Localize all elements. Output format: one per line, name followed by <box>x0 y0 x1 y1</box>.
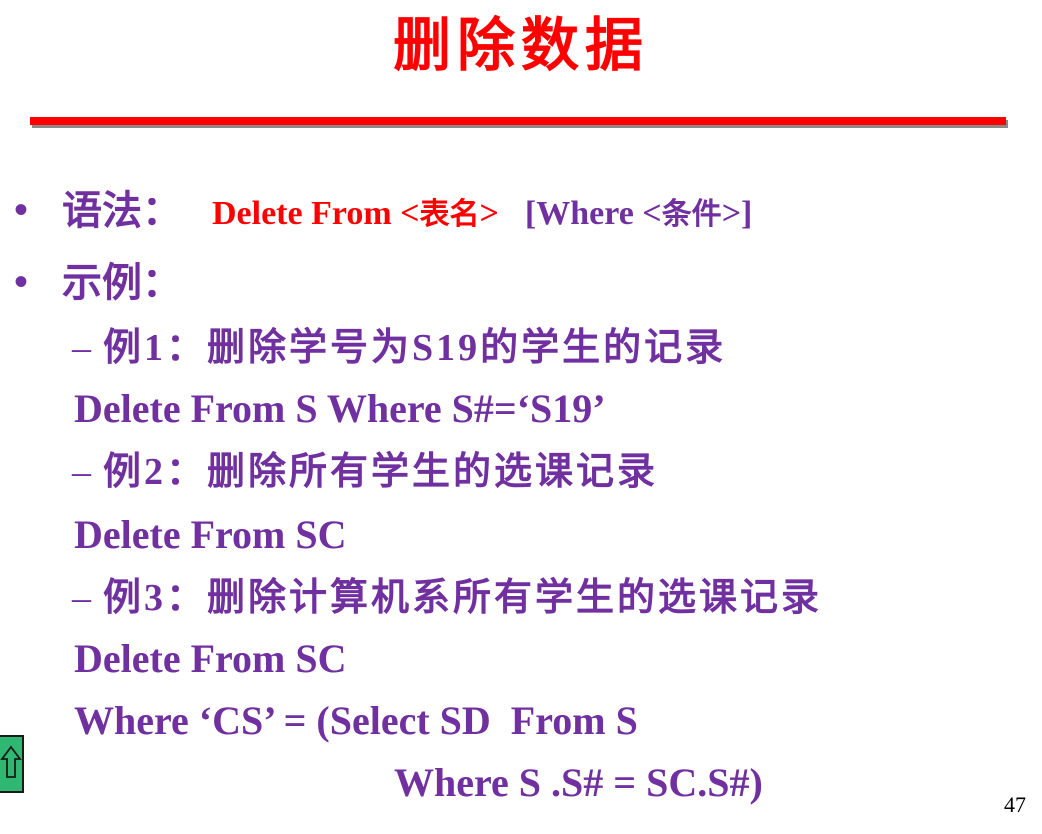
example-3-code-line-2: Where ‘CS’ = (Select SD From S <box>74 698 638 743</box>
example-2-title: – 例2：删除所有学生的选课记录 <box>72 451 659 493</box>
bullet-dot: • <box>14 259 29 304</box>
syntax-where-open: [Where < <box>524 195 662 232</box>
title-divider <box>30 117 1006 125</box>
example-3-code-line-3: Where S .S# = SC.S#) <box>394 760 763 805</box>
slide-title: 删除数据 <box>392 13 649 78</box>
bullet-dot: • <box>14 187 29 232</box>
dash: – <box>72 577 91 619</box>
syntax-delete-from: Delete From < <box>212 195 420 232</box>
syntax-label: 语法： <box>62 188 182 233</box>
syntax-line: 语法： Delete From <表名> [Where <条件>] <box>62 186 752 240</box>
syntax-table-name: 表名 <box>419 198 480 231</box>
examples-label: 示例： <box>62 260 182 305</box>
example-2-code: Delete From SC <box>74 512 347 557</box>
dash: – <box>72 451 91 493</box>
syntax-close: > <box>479 195 499 232</box>
syntax-where-close: >] <box>721 195 753 232</box>
example-3-title: – 例3：删除计算机系所有学生的选课记录 <box>72 577 823 619</box>
nav-up-button[interactable] <box>0 735 24 793</box>
syntax-condition: 条件 <box>661 198 722 231</box>
example-1-code: Delete From S Where S#=‘S19’ <box>74 386 606 431</box>
up-arrow-icon <box>0 745 22 778</box>
dash: – <box>72 327 91 369</box>
page-number: 47 <box>1004 792 1026 817</box>
example-1-title: – 例1：删除学号为S19的学生的记录 <box>72 327 727 369</box>
example-3-code-line-1: Delete From SC <box>74 636 347 681</box>
